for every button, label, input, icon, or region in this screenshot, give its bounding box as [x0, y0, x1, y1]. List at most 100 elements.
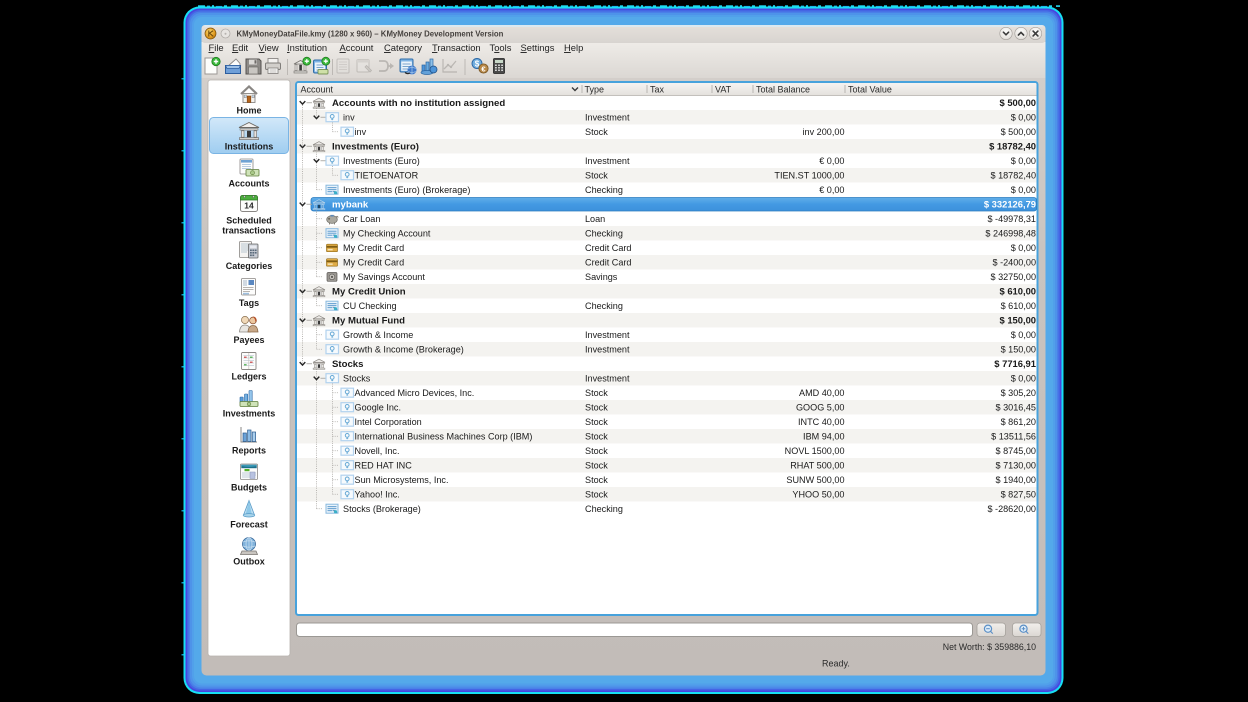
- svg-text:€ 0,00: € 0,00: [819, 156, 844, 166]
- svg-text:$ 0,00: $ 0,00: [1011, 156, 1036, 166]
- svg-text:$ 0,00: $ 0,00: [1011, 185, 1036, 195]
- svg-text:Type: Type: [585, 85, 605, 95]
- svg-text:$ 0,00: $ 0,00: [1011, 330, 1036, 340]
- svg-text:$ 7130,00: $ 7130,00: [996, 461, 1036, 471]
- svg-text:Stock: Stock: [585, 475, 608, 485]
- svg-text:Yahoo! Inc.: Yahoo! Inc.: [355, 490, 400, 500]
- svg-text:Reports: Reports: [232, 446, 266, 456]
- svg-text:Checking: Checking: [585, 185, 623, 195]
- svg-text:$ 305,20: $ 305,20: [1001, 388, 1036, 398]
- svg-text:Home: Home: [236, 106, 261, 116]
- svg-text:$ -28620,00: $ -28620,00: [987, 504, 1036, 514]
- svg-text:$ 861,20: $ 861,20: [1001, 417, 1036, 427]
- svg-text:$ 18782,40: $ 18782,40: [989, 141, 1036, 152]
- svg-text:Stock: Stock: [585, 446, 608, 456]
- svg-text:Ready.: Ready.: [822, 659, 850, 669]
- svg-text:Payees: Payees: [233, 335, 264, 345]
- svg-text:Tags: Tags: [239, 298, 259, 308]
- svg-text:$ 150,00: $ 150,00: [1000, 315, 1037, 326]
- svg-text:$ 500,00: $ 500,00: [1000, 97, 1037, 108]
- svg-text:Novell, Inc.: Novell, Inc.: [355, 446, 400, 456]
- svg-text:Budgets: Budgets: [231, 483, 267, 493]
- svg-text:inv: inv: [355, 127, 367, 137]
- svg-text:Help: Help: [564, 42, 583, 53]
- svg-text:RED HAT INC: RED HAT INC: [355, 461, 413, 471]
- svg-text:YHOO 50,00: YHOO 50,00: [792, 490, 844, 500]
- svg-text:14: 14: [244, 200, 254, 210]
- svg-text:Settings: Settings: [521, 42, 555, 53]
- svg-text:inv 200,00: inv 200,00: [803, 127, 845, 137]
- svg-text:International Business Machine: International Business Machines Corp (IB…: [355, 432, 533, 442]
- svg-text:VAT: VAT: [715, 85, 732, 95]
- svg-text:Investment: Investment: [585, 345, 630, 355]
- svg-text:KMyMoneyDataFile.kmy (1280 x 9: KMyMoneyDataFile.kmy (1280 x 960) – KMyM…: [237, 30, 504, 39]
- svg-text:AMD 40,00: AMD 40,00: [799, 388, 845, 398]
- svg-text:Growth & Income: Growth & Income: [343, 330, 413, 340]
- svg-text:$ 0,00: $ 0,00: [1011, 113, 1036, 123]
- svg-text:My Credit Card: My Credit Card: [343, 258, 404, 268]
- svg-text:View: View: [259, 42, 279, 53]
- svg-text:Loan: Loan: [585, 214, 605, 224]
- svg-text:mybank: mybank: [332, 200, 369, 211]
- svg-text:Total Value: Total Value: [848, 85, 892, 95]
- svg-text:$ 1940,00: $ 1940,00: [996, 475, 1036, 485]
- svg-text:Stock: Stock: [585, 171, 608, 181]
- svg-text:Investments (Euro): Investments (Euro): [332, 142, 419, 153]
- svg-text:$ 0,00: $ 0,00: [1011, 243, 1036, 253]
- svg-text:$ 827,50: $ 827,50: [1001, 490, 1036, 500]
- svg-text:Institutions: Institutions: [225, 142, 274, 152]
- svg-text:SUNW 500,00: SUNW 500,00: [786, 475, 844, 485]
- svg-text:$ 150,00: $ 150,00: [1001, 345, 1036, 355]
- svg-text:My Savings Account: My Savings Account: [343, 272, 425, 282]
- svg-text:Investment: Investment: [585, 330, 630, 340]
- svg-text:Advanced Micro Devices, Inc.: Advanced Micro Devices, Inc.: [355, 388, 475, 398]
- svg-text:My Mutual Fund: My Mutual Fund: [332, 316, 405, 327]
- svg-text:Stocks (Brokerage): Stocks (Brokerage): [343, 504, 421, 514]
- svg-text:My Checking Account: My Checking Account: [343, 229, 431, 239]
- svg-text:Accounts with no institution a: Accounts with no institution assigned: [332, 98, 505, 109]
- svg-text:Investments: Investments: [223, 409, 276, 419]
- svg-text:Tools: Tools: [490, 42, 512, 53]
- svg-text:GOOG 5,00: GOOG 5,00: [796, 403, 845, 413]
- svg-text:$ 18782,40: $ 18782,40: [990, 171, 1036, 181]
- svg-text:$ 0,00: $ 0,00: [1011, 374, 1036, 384]
- svg-text:Growth & Income (Brokerage): Growth & Income (Brokerage): [343, 345, 464, 355]
- svg-text:Investments (Euro) (Brokerage): Investments (Euro) (Brokerage): [343, 185, 470, 195]
- svg-text:Investment: Investment: [585, 113, 630, 123]
- svg-text:Net Worth: $ 359886,10: Net Worth: $ 359886,10: [943, 642, 1036, 652]
- svg-text:Accounts: Accounts: [228, 179, 269, 189]
- svg-text:$ -2400,00: $ -2400,00: [993, 258, 1036, 268]
- svg-text:Intel Corporation: Intel Corporation: [355, 417, 422, 427]
- svg-text:Investments (Euro): Investments (Euro): [343, 156, 420, 166]
- svg-text:Total Balance: Total Balance: [756, 85, 810, 95]
- svg-text:Tax: Tax: [650, 85, 665, 95]
- svg-text:Stock: Stock: [585, 127, 608, 137]
- svg-text:$ 3016,45: $ 3016,45: [996, 403, 1036, 413]
- svg-text:Account: Account: [301, 85, 334, 95]
- svg-text:Stock: Stock: [585, 432, 608, 442]
- svg-text:My Credit Union: My Credit Union: [332, 287, 406, 298]
- svg-text:Transaction: Transaction: [432, 42, 481, 53]
- svg-text:$ 32750,00: $ 32750,00: [990, 272, 1036, 282]
- svg-text:Checking: Checking: [585, 229, 623, 239]
- svg-text:Institution: Institution: [287, 42, 327, 53]
- svg-text:$ 500,00: $ 500,00: [1001, 127, 1036, 137]
- svg-text:Investment: Investment: [585, 374, 630, 384]
- svg-text:CU Checking: CU Checking: [343, 301, 397, 311]
- svg-text:IBM 94,00: IBM 94,00: [803, 432, 844, 442]
- svg-text:Stock: Stock: [585, 490, 608, 500]
- svg-text:inv: inv: [343, 113, 355, 123]
- svg-text:TIEN.ST 1000,00: TIEN.ST 1000,00: [774, 171, 844, 181]
- svg-text:NOVL 1500,00: NOVL 1500,00: [785, 446, 845, 456]
- svg-text:Ledgers: Ledgers: [231, 372, 266, 382]
- svg-text:Credit Card: Credit Card: [585, 243, 632, 253]
- svg-text:Edit: Edit: [232, 42, 249, 53]
- svg-text:$ 610,00: $ 610,00: [1000, 286, 1037, 297]
- svg-text:$ -49978,31: $ -49978,31: [987, 214, 1036, 224]
- svg-text:My Credit Card: My Credit Card: [343, 243, 404, 253]
- svg-text:Scheduled: Scheduled: [226, 216, 272, 226]
- svg-text:$ 13511,56: $ 13511,56: [991, 432, 1036, 442]
- svg-text:$ 332126,79: $ 332126,79: [984, 199, 1036, 210]
- svg-text:Stock: Stock: [585, 461, 608, 471]
- svg-text:Stock: Stock: [585, 388, 608, 398]
